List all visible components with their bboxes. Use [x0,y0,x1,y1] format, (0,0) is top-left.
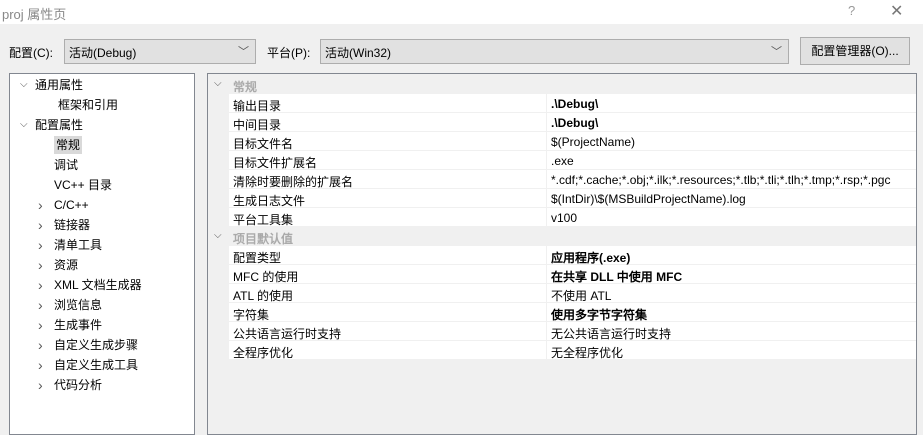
property-value[interactable]: 在共享 DLL 中使用 MFC [546,265,916,284]
property-value[interactable]: 使用多字节字符集 [546,303,916,322]
property-value[interactable]: .\Debug\ [546,113,916,132]
property-row[interactable]: MFC 的使用 在共享 DLL 中使用 MFC [229,265,916,284]
help-button[interactable]: ? [848,3,855,18]
property-name: 生成日志文件 [233,194,306,208]
tree-item-label: XML 文档生成器 [54,278,142,292]
tree-item-label: 通用属性 [35,78,84,92]
tree-item-label: 资源 [54,258,79,272]
property-row[interactable]: 字符集 使用多字节字符集 [229,303,916,322]
window-title: proj 属性页 [2,7,67,22]
property-name: 公共语言运行时支持 [233,327,342,341]
property-name: 清除时要删除的扩展名 [233,175,354,189]
chevron-down-icon[interactable]: ⌵ [214,78,222,89]
tree-item-label: 调试 [54,158,79,172]
property-value[interactable]: .exe [546,151,916,170]
property-name: 配置类型 [233,251,282,265]
chevron-down-icon[interactable]: ⌵ [20,76,32,94]
tree-item-label: 配置属性 [35,118,84,132]
property-value[interactable]: *.cdf;*.cache;*.obj;*.ilk;*.resources;*.… [546,170,916,189]
chevron-right-icon[interactable]: › [38,276,50,294]
property-value[interactable]: .\Debug\ [546,94,916,113]
close-button[interactable]: ✕ [890,1,903,21]
tree-item-label: 代码分析 [54,378,103,392]
property-name: 输出目录 [233,99,282,113]
property-row[interactable]: 生成日志文件 $(IntDir)\$(MSBuildProjectName).lo… [229,189,916,208]
property-row[interactable]: 目标文件扩展名 .exe [229,151,916,170]
property-value[interactable]: $(IntDir)\$(MSBuildProjectName).log [546,189,916,208]
property-row[interactable]: 目标文件名 $(ProjectName) [229,132,916,151]
chevron-down-icon[interactable]: ⌵ [214,230,222,241]
property-row[interactable]: 清除时要删除的扩展名 *.cdf;*.cache;*.obj;*.ilk;*.re… [229,170,916,189]
config-dropdown[interactable]: 活动(Debug) ﹀ [64,39,256,64]
property-value[interactable]: 无全程序优化 [546,341,916,360]
chevron-right-icon[interactable]: › [38,356,50,374]
tree-item-label: 自定义生成步骤 [54,338,139,352]
tree-item-label: 清单工具 [54,238,103,252]
platform-value: 活动(Win32) [325,46,392,60]
config-value: 活动(Debug) [69,46,137,60]
chevron-down-icon: ﹀ [771,46,782,58]
property-row[interactable]: 配置类型 应用程序(.exe) [229,246,916,265]
chevron-down-icon: ﹀ [238,46,249,58]
chevron-right-icon[interactable]: › [38,216,50,234]
chevron-right-icon[interactable]: › [38,316,50,334]
property-grid[interactable]: ⌵ 常规输出目录 .\Debug\ 中间目录 .\Debug\ 目标文件名 $(Projec… [207,73,917,435]
property-value[interactable]: 应用程序(.exe) [546,246,916,265]
config-label: 配置(C): [9,46,53,60]
property-name: 中间目录 [233,118,282,132]
tree-item-label: 链接器 [54,218,91,232]
property-value[interactable]: $(ProjectName) [546,132,916,151]
chevron-right-icon[interactable]: › [38,376,50,394]
category-header[interactable]: ⌵ 常规 [208,75,916,94]
property-value[interactable]: v100 [546,208,916,227]
property-value[interactable]: 不使用 ATL [546,284,916,303]
chevron-right-icon[interactable]: › [38,236,50,254]
property-row[interactable]: 公共语言运行时支持 无公共语言运行时支持 [229,322,916,341]
property-row[interactable]: 全程序优化 无全程序优化 [229,341,916,360]
property-name: 字符集 [233,308,270,322]
tree-item-label: 生成事件 [54,318,103,332]
chevron-right-icon[interactable]: › [38,336,50,354]
property-value[interactable]: 无公共语言运行时支持 [546,322,916,341]
tree-item-label: VC++ 目录 [54,178,113,192]
property-name: 全程序优化 [233,346,294,360]
chevron-right-icon[interactable]: › [38,196,50,214]
property-name: 平台工具集 [233,213,294,227]
tree-item-label: 浏览信息 [54,298,103,312]
category-header[interactable]: ⌵ 项目默认值 [208,227,916,246]
category-label: 常规 [233,80,258,94]
property-row[interactable]: 中间目录 .\Debug\ [229,113,916,132]
property-name: 目标文件名 [233,137,294,151]
tree-item-label: 框架和引用 [58,98,119,112]
category-label: 项目默认值 [233,232,294,246]
property-name: MFC 的使用 [233,270,299,284]
chevron-down-icon[interactable]: ⌵ [20,116,32,134]
title-bar: proj 属性页 ? ✕ [0,0,923,24]
property-tree[interactable]: ⌵ 通用属性 框架和引用 ⌵ 配置属性 常规 调试 VC++ 目录 › C/C++ › 链接器 › 清单工… [9,73,195,435]
platform-dropdown[interactable]: 活动(Win32) ﹀ [320,39,789,64]
tree-item-label: 自定义生成工具 [54,358,139,372]
tree-item-label: C/C++ [54,198,89,212]
tree-item-label: 常规 [54,136,83,154]
chevron-right-icon[interactable]: › [38,256,50,274]
property-name: ATL 的使用 [233,289,294,303]
chevron-right-icon[interactable]: › [38,296,50,314]
property-row[interactable]: ATL 的使用 不使用 ATL [229,284,916,303]
property-row[interactable]: 输出目录 .\Debug\ [229,94,916,113]
configuration-manager-button[interactable]: 配置管理器(O)... [800,37,910,65]
property-name: 目标文件扩展名 [233,156,318,170]
property-row[interactable]: 平台工具集 v100 [229,208,916,227]
platform-label: 平台(P): [267,46,311,60]
